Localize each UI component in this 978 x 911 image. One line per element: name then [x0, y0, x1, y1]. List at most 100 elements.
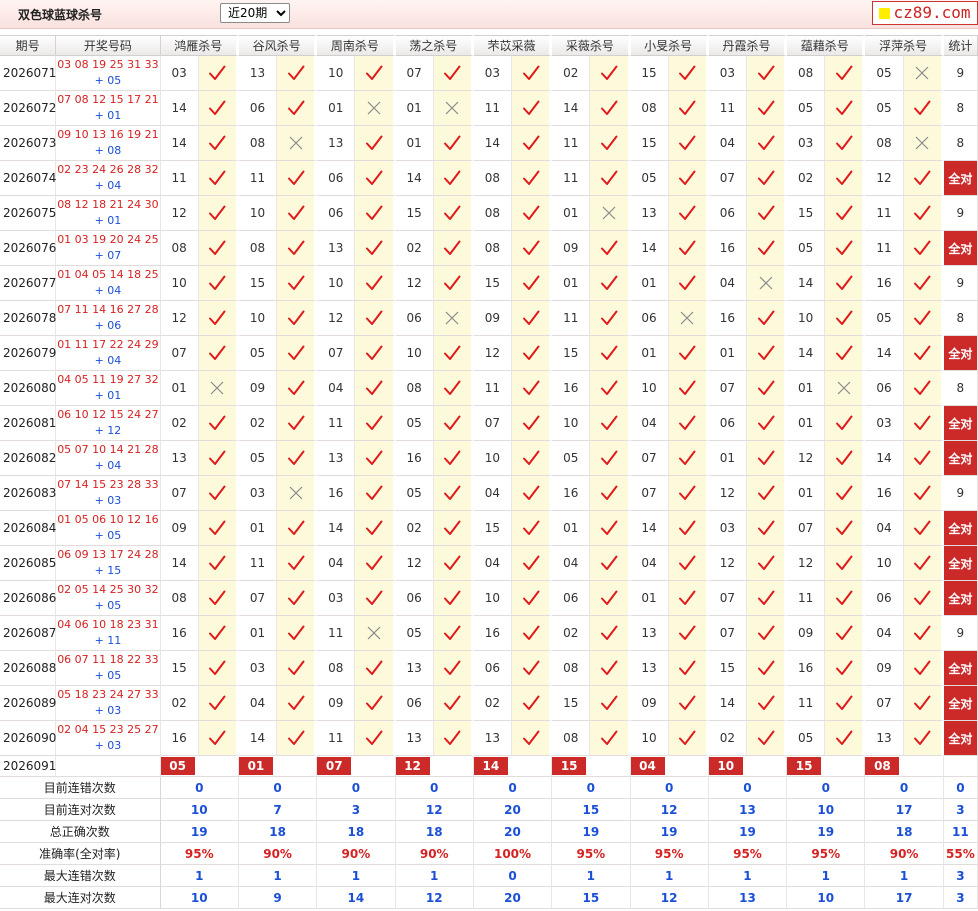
current-kill-cell: 08 — [865, 756, 944, 777]
kill-number: 01 — [630, 266, 669, 301]
plus-sign: + — [94, 74, 108, 87]
check-icon — [679, 65, 696, 80]
cross-icon — [289, 486, 303, 500]
check-icon — [600, 310, 618, 325]
check-icon — [835, 100, 853, 115]
check-icon — [365, 450, 383, 465]
blue-ball-line: + 04 — [56, 458, 159, 474]
kill-number: 03 — [238, 651, 278, 686]
stats-value: 0 — [395, 777, 474, 799]
result-mark — [668, 371, 709, 406]
red-balls: 01 03 19 20 24 25 — [57, 233, 159, 246]
kill-number: 01 — [708, 441, 747, 476]
blue-ball-line: + 08 — [56, 143, 159, 159]
kill-number: 12 — [317, 301, 356, 336]
kill-number: 15 — [552, 336, 591, 371]
kill-number: 01 — [630, 336, 669, 371]
current-issue: 2026091 — [0, 756, 56, 777]
check-icon — [679, 555, 696, 570]
kill-number: 14 — [708, 686, 747, 721]
kill-number: 07 — [708, 371, 747, 406]
kill-number: 13 — [160, 441, 199, 476]
result-mark — [668, 721, 709, 756]
result-mark — [512, 441, 553, 476]
check-icon — [287, 380, 305, 395]
blue-ball: 03 — [107, 739, 122, 752]
blue-ball-line: + 05 — [56, 598, 159, 614]
kill-number: 01 — [552, 511, 591, 546]
kill-number: 06 — [708, 196, 747, 231]
stats-value: 20 — [473, 799, 553, 821]
page-title: 双色球蓝球杀号 — [18, 8, 103, 22]
check-icon — [444, 380, 461, 395]
result-mark — [668, 91, 709, 126]
blue-ball: 12 — [107, 424, 122, 437]
draw-cell: 04 06 10 18 23 31 + 11 — [56, 616, 161, 651]
kill-number: 02 — [160, 686, 199, 721]
site-logo[interactable]: cz89.com — [872, 1, 978, 25]
kill-number: 05 — [238, 441, 278, 476]
current-kill-badge: 10 — [708, 757, 743, 775]
result-mark — [903, 126, 944, 161]
period-select[interactable]: 近20期 — [220, 3, 290, 23]
kill-number: 14 — [787, 336, 826, 371]
kill-number: 09 — [238, 371, 278, 406]
kill-number: 02 — [238, 406, 278, 441]
stats-value: 14 — [317, 887, 396, 909]
stats-value: 0 — [865, 777, 944, 799]
result-mark — [198, 581, 239, 616]
kill-number: 13 — [865, 721, 904, 756]
stats-value: 12 — [630, 799, 709, 821]
red-balls: 06 07 11 18 22 33 — [57, 653, 159, 666]
table-row: 2026074 02 23 24 26 28 32 + 04 11 11 06 14 08 11… — [0, 161, 978, 196]
result-mark — [433, 546, 474, 581]
row-total: 8 — [943, 126, 978, 161]
plus-sign: + — [94, 424, 108, 437]
table-row: 2026075 08 12 18 21 24 30 + 01 12 10 06 15 08 01… — [0, 196, 978, 231]
result-mark — [433, 56, 474, 91]
check-icon — [365, 135, 383, 150]
kill-number: 11 — [787, 581, 826, 616]
check-icon — [835, 695, 853, 710]
result-mark — [198, 56, 239, 91]
kill-number: 13 — [473, 721, 513, 756]
current-kill-badge: 05 — [160, 757, 195, 775]
kill-number: 09 — [865, 651, 904, 686]
kill-number: 03 — [708, 511, 747, 546]
blue-ball-line: + 04 — [56, 353, 159, 369]
blue-ball-line: + 03 — [56, 703, 159, 719]
check-icon — [522, 65, 540, 80]
kill-number: 15 — [552, 686, 591, 721]
kill-number: 10 — [787, 301, 826, 336]
kill-number: 07 — [708, 581, 747, 616]
blue-ball: 01 — [107, 109, 122, 122]
table-row: 2026086 02 05 14 25 30 32 + 05 08 07 03 06 10 06… — [0, 581, 978, 616]
result-mark — [668, 56, 709, 91]
kill-number: 05 — [865, 301, 904, 336]
result-mark — [746, 686, 788, 721]
stats-label: 目前连对次数 — [0, 799, 161, 821]
kill-number: 08 — [787, 56, 826, 91]
stats-value: 19 — [552, 821, 631, 843]
kill-number: 06 — [865, 371, 904, 406]
kill-number: 02 — [160, 406, 199, 441]
kill-number: 02 — [708, 721, 747, 756]
check-icon — [835, 415, 853, 430]
check-icon — [757, 485, 775, 500]
result-mark — [355, 371, 396, 406]
kill-number: 13 — [630, 616, 669, 651]
result-mark — [198, 231, 239, 266]
kill-number: 08 — [552, 721, 591, 756]
kill-number: 02 — [473, 686, 513, 721]
result-mark — [668, 406, 709, 441]
kill-number: 05 — [787, 721, 826, 756]
kill-number: 11 — [317, 406, 356, 441]
stats-value: 20 — [473, 821, 553, 843]
kill-number: 01 — [317, 91, 356, 126]
result-mark — [903, 686, 944, 721]
result-mark — [746, 581, 788, 616]
issue-cell: 2026078 — [0, 301, 56, 336]
result-mark — [903, 441, 944, 476]
check-icon — [757, 450, 775, 465]
check-icon — [287, 170, 305, 185]
